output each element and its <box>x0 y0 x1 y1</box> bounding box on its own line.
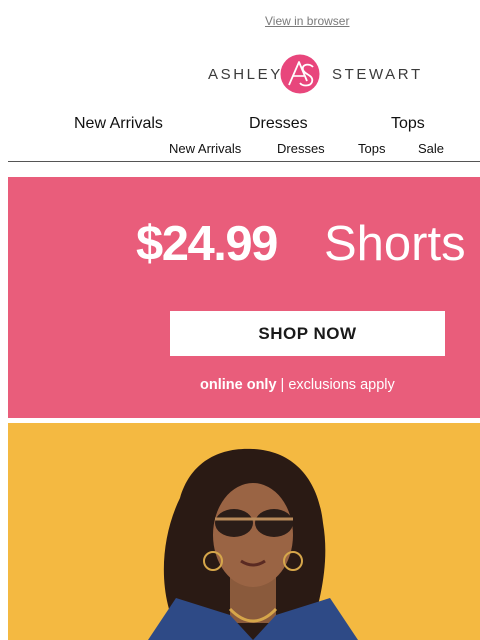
nav-primary-tops[interactable]: Tops <box>391 115 425 133</box>
promo-note-rest: | exclusions apply <box>276 377 395 393</box>
nav-primary-dresses[interactable]: Dresses <box>249 115 308 133</box>
model-photo <box>148 448 358 640</box>
email-page: View in browser ASHLEY STEWART New Arriv… <box>0 0 480 640</box>
nav-primary-new-arrivals[interactable]: New Arrivals <box>74 115 163 133</box>
promo-note-bold: online only <box>200 377 277 393</box>
nav-secondary-dresses[interactable]: Dresses <box>277 141 325 156</box>
promo-price: $24.99 <box>136 217 278 271</box>
shop-now-button[interactable]: SHOP NOW <box>170 311 445 356</box>
promo-banner[interactable]: $24.99 Shorts SHOP NOW online only | exc… <box>8 177 480 418</box>
view-in-browser-link[interactable]: View in browser <box>265 14 349 28</box>
nav-secondary-sale[interactable]: Sale <box>418 141 444 156</box>
logo-word-left: ASHLEY <box>208 66 283 83</box>
logo-monogram-icon <box>280 54 320 94</box>
nav-secondary-tops[interactable]: Tops <box>358 141 385 156</box>
hero-image[interactable] <box>8 423 480 640</box>
secondary-nav: New Arrivals Dresses Tops Sale <box>0 141 480 157</box>
primary-nav: New Arrivals Dresses Tops <box>0 115 480 135</box>
nav-secondary-new-arrivals[interactable]: New Arrivals <box>169 141 241 156</box>
logo-word-right: STEWART <box>332 66 423 83</box>
promo-product: Shorts <box>324 217 466 271</box>
nav-divider <box>8 161 480 162</box>
promo-disclaimer: online only | exclusions apply <box>200 377 395 393</box>
brand-logo[interactable]: ASHLEY STEWART <box>208 54 420 96</box>
